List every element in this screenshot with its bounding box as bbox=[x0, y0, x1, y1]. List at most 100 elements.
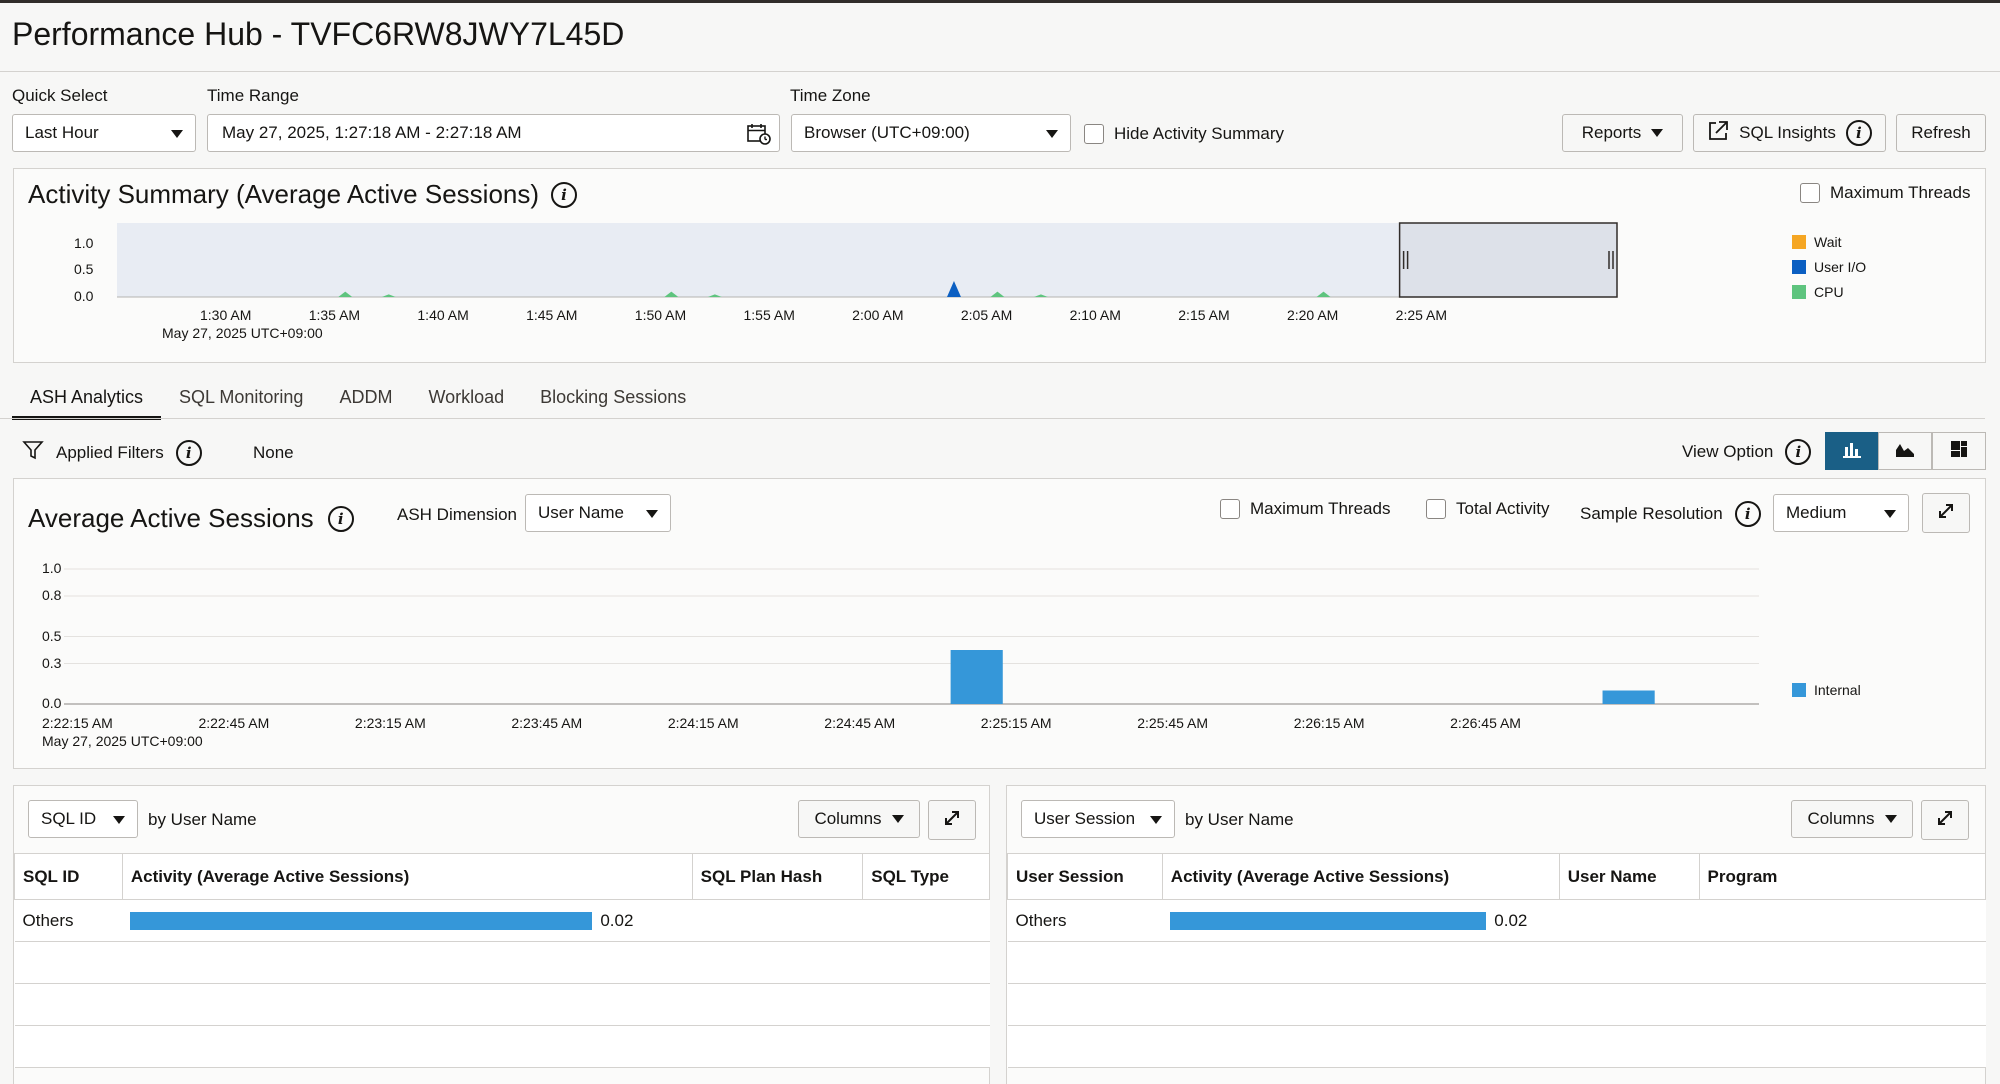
x-tick-label: 2:23:15 AM bbox=[354, 715, 426, 731]
sql-id-dimension-value: SQL ID bbox=[41, 809, 97, 828]
chevron-down-icon bbox=[1651, 129, 1664, 137]
table-row[interactable]: Others 0.02 bbox=[14, 899, 990, 942]
time-zone-value: Browser (UTC+09:00) bbox=[804, 123, 970, 142]
external-link-icon bbox=[1707, 120, 1729, 147]
tab-sql-monitoring[interactable]: SQL Monitoring bbox=[161, 375, 321, 420]
x-tick-label: 1:45 AM bbox=[526, 307, 578, 323]
aas-bar-internal[interactable] bbox=[1602, 690, 1655, 705]
expand-table-button[interactable] bbox=[1921, 800, 1969, 840]
aas-bar-internal[interactable] bbox=[950, 650, 1003, 704]
tab-blocking-sessions[interactable]: Blocking Sessions bbox=[522, 375, 704, 420]
bar-chart-view-button[interactable] bbox=[1825, 432, 1879, 470]
summary-date-label: May 27, 2025 UTC+09:00 bbox=[162, 325, 323, 341]
time-zone-dropdown[interactable]: Browser (UTC+09:00) bbox=[791, 114, 1071, 152]
calendar-icon[interactable] bbox=[747, 123, 771, 150]
user-session-by-label: by User Name bbox=[1185, 810, 1294, 829]
legend-cpu: CPU bbox=[1792, 284, 1844, 300]
reports-button[interactable]: Reports bbox=[1562, 114, 1683, 152]
activity-bar bbox=[130, 911, 593, 930]
tab-workload[interactable]: Workload bbox=[410, 375, 522, 420]
x-tick-label: 2:22:15 AM bbox=[42, 715, 113, 731]
table-row[interactable]: Others 0.02 bbox=[1007, 899, 1986, 942]
area-chart-icon bbox=[1895, 440, 1915, 463]
x-tick-label: 2:24:45 AM bbox=[824, 715, 896, 731]
info-icon[interactable]: i bbox=[1845, 120, 1872, 146]
columns-label: Columns bbox=[1807, 809, 1875, 828]
x-tick-label: 2:26:15 AM bbox=[1293, 715, 1365, 731]
x-tick-label: 2:05 AM bbox=[960, 307, 1013, 323]
bar-chart-icon bbox=[1842, 440, 1862, 463]
row-label: Others bbox=[14, 899, 123, 942]
table-row bbox=[14, 983, 990, 1026]
legend-swatch bbox=[1792, 260, 1806, 274]
x-tick-label: 2:22:45 AM bbox=[198, 715, 270, 731]
x-tick-label: 2:10 AM bbox=[1069, 307, 1121, 323]
hide-activity-summary-toggle[interactable]: Hide Activity Summary bbox=[1084, 124, 1284, 144]
activity-summary-panel: Activity Summary (Average Active Session… bbox=[13, 168, 1986, 363]
refresh-label: Refresh bbox=[1911, 123, 1971, 142]
table-header-row: User Session Activity (Average Active Se… bbox=[1007, 853, 1986, 900]
sql-id-dimension-dropdown[interactable]: SQL ID bbox=[28, 800, 138, 838]
activity-bar bbox=[1170, 911, 1487, 930]
view-option: View Option i bbox=[1682, 439, 1812, 465]
column-header[interactable]: Activity (Average Active Sessions) bbox=[1161, 853, 1560, 900]
refresh-button[interactable]: Refresh bbox=[1896, 114, 1986, 152]
x-tick-label: 1:30 AM bbox=[200, 307, 252, 323]
time-zone-label: Time Zone bbox=[790, 86, 871, 105]
tab-ash-analytics[interactable]: ASH Analytics bbox=[12, 375, 162, 420]
filter-icon bbox=[22, 439, 44, 466]
applied-filters[interactable]: Applied Filters i bbox=[22, 439, 202, 466]
x-tick-label: 2:26:45 AM bbox=[1450, 715, 1521, 731]
time-range-input[interactable]: May 27, 2025, 1:27:18 AM - 2:27:18 AM bbox=[207, 114, 780, 152]
time-range-label: Time Range bbox=[207, 86, 299, 105]
expand-table-button[interactable] bbox=[928, 800, 976, 840]
area-chart-view-button[interactable] bbox=[1878, 432, 1932, 470]
chevron-down-icon bbox=[1884, 815, 1897, 823]
tab-addm[interactable]: ADDM bbox=[321, 375, 410, 420]
x-tick-label: 2:25:45 AM bbox=[1137, 715, 1209, 731]
x-tick-label: 2:15 AM bbox=[1178, 307, 1230, 323]
applied-filters-value: None bbox=[253, 443, 294, 462]
column-header[interactable]: SQL Type bbox=[862, 853, 990, 900]
treemap-view-button[interactable] bbox=[1932, 432, 1986, 470]
time-range-selector[interactable] bbox=[1398, 222, 1618, 298]
columns-button[interactable]: Columns bbox=[1791, 800, 1913, 838]
sql-insights-button[interactable]: SQL Insights i bbox=[1693, 114, 1886, 152]
sql-id-table: SQL ID Activity (Average Active Sessions… bbox=[14, 853, 990, 1068]
tabs-divider bbox=[0, 418, 1985, 419]
x-tick-label: 2:25 AM bbox=[1395, 307, 1448, 323]
info-icon[interactable]: i bbox=[175, 439, 202, 466]
user-session-dimension-dropdown[interactable]: User Session bbox=[1021, 800, 1175, 838]
table-row bbox=[1007, 983, 1986, 1026]
table-row bbox=[1007, 1025, 1986, 1068]
columns-button[interactable]: Columns bbox=[798, 800, 920, 838]
legend-swatch bbox=[1792, 683, 1806, 697]
applied-filters-label: Applied Filters bbox=[56, 442, 164, 462]
column-header[interactable]: SQL ID bbox=[14, 853, 123, 900]
user-session-table: User Session Activity (Average Active Se… bbox=[1007, 853, 1986, 1068]
expand-icon bbox=[1936, 809, 1954, 832]
aas-date-label: May 27, 2025 UTC+09:00 bbox=[42, 733, 203, 749]
average-active-sessions-panel: Average Active Sessions i ASH Dimension … bbox=[13, 478, 1986, 769]
user-session-dimension-value: User Session bbox=[1034, 809, 1136, 828]
column-header[interactable]: User Session bbox=[1007, 853, 1163, 900]
chevron-down-icon bbox=[171, 130, 183, 138]
activity-value: 0.02 bbox=[1494, 910, 1528, 930]
time-range-value: May 27, 2025, 1:27:18 AM - 2:27:18 AM bbox=[222, 123, 522, 142]
x-tick-label: 2:25:15 AM bbox=[980, 715, 1052, 731]
column-header[interactable]: Program bbox=[1698, 853, 1986, 900]
row-label: Others bbox=[1007, 899, 1163, 942]
column-header[interactable]: Activity (Average Active Sessions) bbox=[121, 853, 693, 900]
reports-label: Reports bbox=[1581, 123, 1642, 142]
x-tick-label: 1:55 AM bbox=[743, 307, 795, 323]
hide-activity-checkbox[interactable] bbox=[1084, 124, 1104, 144]
legend-user-io: User I/O bbox=[1792, 259, 1866, 275]
user-session-panel: User Session by User Name Columns User S… bbox=[1006, 785, 1986, 1084]
expand-icon bbox=[943, 809, 961, 832]
info-icon[interactable]: i bbox=[1785, 439, 1812, 465]
column-header[interactable]: User Name bbox=[1558, 853, 1700, 900]
quick-select-dropdown[interactable]: Last Hour bbox=[12, 114, 196, 152]
column-header[interactable]: SQL Plan Hash bbox=[691, 853, 864, 900]
x-tick-label: 2:23:45 AM bbox=[511, 715, 583, 731]
tab-bar: ASH Analytics SQL Monitoring ADDM Worklo… bbox=[12, 375, 704, 420]
